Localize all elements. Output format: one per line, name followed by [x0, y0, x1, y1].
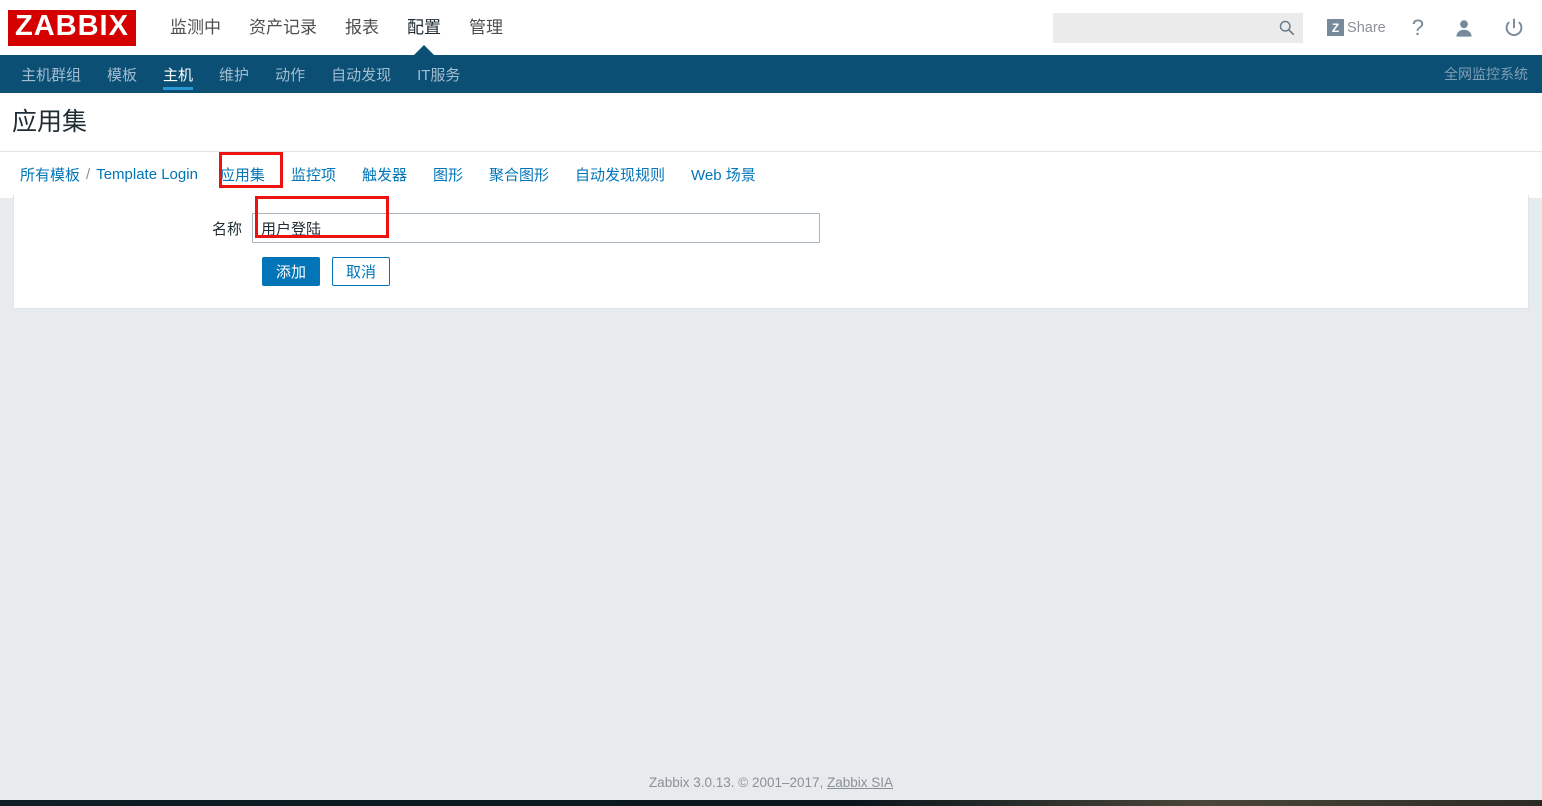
top-header: ZABBIX 监测中 资产记录 报表 配置 管理 Z Share ?: [0, 0, 1542, 55]
breadcrumb-separator: /: [86, 165, 91, 183]
tab-graphs[interactable]: 图形: [433, 164, 463, 185]
add-button[interactable]: 添加: [262, 257, 320, 286]
main-menu-item-monitoring[interactable]: 监测中: [156, 0, 235, 55]
tab-items[interactable]: 监控项: [291, 164, 336, 185]
subnav-item-maintenance[interactable]: 维护: [206, 55, 262, 93]
zabbix-share-icon: Z: [1327, 19, 1345, 36]
form-actions: 添加 取消: [14, 257, 1528, 286]
tab-web-scenarios[interactable]: Web 场景: [691, 164, 756, 185]
breadcrumb-template-login[interactable]: Template Login: [96, 166, 198, 183]
secondary-nav: 主机群组 模板 主机 维护 动作 自动发现 IT服务 全网监控系统: [0, 55, 1542, 93]
zabbix-share-button[interactable]: Z Share: [1327, 19, 1386, 36]
main-menu-item-configuration[interactable]: 配置: [393, 0, 455, 55]
user-icon[interactable]: [1454, 18, 1474, 38]
page-footer: Zabbix 3.0.13. © 2001–2017, Zabbix SIA: [0, 775, 1542, 790]
name-input[interactable]: [252, 213, 820, 243]
subnav-item-it-services[interactable]: IT服务: [404, 55, 473, 93]
power-icon[interactable]: [1504, 17, 1524, 38]
zabbix-share-label: Share: [1347, 19, 1386, 36]
tab-applications[interactable]: 应用集: [220, 164, 265, 185]
name-label: 名称: [211, 220, 242, 238]
subnav-item-discovery[interactable]: 自动发现: [318, 55, 404, 93]
subnav-item-templates[interactable]: 模板: [94, 55, 150, 93]
subnav-system-label: 全网监控系统: [1444, 66, 1528, 82]
application-form-card: 名称 添加 取消: [13, 195, 1529, 309]
breadcrumb-and-tabs: 所有模板 / Template Login 应用集 监控项 触发器 图形 聚合图…: [0, 151, 1542, 198]
tab-triggers[interactable]: 触发器: [362, 164, 407, 185]
zabbix-app-window: ZABBIX 监测中 资产记录 报表 配置 管理 Z Share ? 主机群组 …: [0, 0, 1542, 806]
help-icon[interactable]: ?: [1412, 15, 1424, 41]
tab-screens[interactable]: 聚合图形: [489, 164, 549, 185]
page-title-bar: 应用集: [0, 93, 1542, 152]
page-title: 应用集: [12, 108, 88, 136]
main-menu-item-administration[interactable]: 管理: [455, 0, 517, 55]
search-input[interactable]: [1053, 12, 1304, 43]
subnav-item-actions[interactable]: 动作: [262, 55, 318, 93]
subnav-item-host-groups[interactable]: 主机群组: [8, 55, 94, 93]
main-menu: 监测中 资产记录 报表 配置 管理: [156, 0, 517, 55]
tab-discovery-rules[interactable]: 自动发现规则: [575, 164, 665, 185]
global-search: [1053, 12, 1304, 43]
header-actions: Z Share ?: [1053, 12, 1542, 43]
footer-zabbix-sia-link[interactable]: Zabbix SIA: [827, 775, 893, 790]
subnav-item-hosts[interactable]: 主机: [150, 55, 206, 93]
name-field-row: 名称: [14, 213, 1528, 243]
main-menu-item-inventory[interactable]: 资产记录: [235, 0, 331, 55]
main-menu-item-reports[interactable]: 报表: [331, 0, 393, 55]
desktop-taskbar-strip: [0, 800, 1542, 806]
footer-copyright: Zabbix 3.0.13. © 2001–2017,: [648, 775, 824, 790]
breadcrumb-all-templates[interactable]: 所有模板: [20, 164, 80, 185]
zabbix-logo[interactable]: ZABBIX: [8, 9, 136, 46]
cancel-button[interactable]: 取消: [332, 257, 390, 286]
